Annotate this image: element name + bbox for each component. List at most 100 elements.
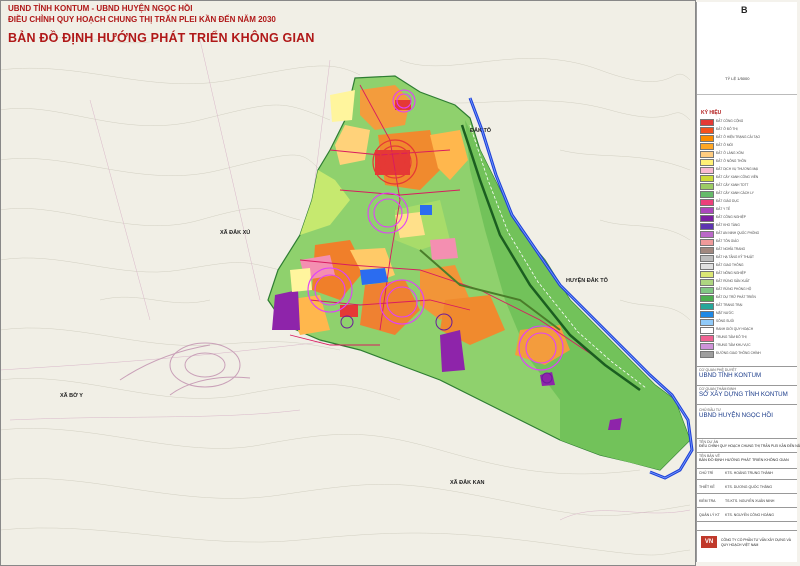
north-letter: B — [741, 5, 748, 15]
label-xa-bo-y: XÃ BỜ Y — [60, 393, 83, 399]
legend-label: ĐẤT CÂY XANH CÁCH LY — [716, 191, 754, 195]
legend-label: ĐẤT TÔN GIÁO — [716, 239, 739, 243]
label-xa-dak-xu: XÃ ĐẮK XÚ — [220, 230, 251, 236]
staff-row: QUẢN LÝ KT KTS. NGUYỄN CÔNG HOÀNG — [699, 513, 795, 519]
legend-swatch — [700, 247, 714, 254]
divider — [697, 479, 797, 480]
legend-swatch — [700, 239, 714, 246]
legend-item: ĐẤT GIÁO DỤC — [700, 199, 796, 206]
legend-item: ĐẤT CÔNG NGHIỆP — [700, 215, 796, 222]
owner-org: UBND HUYỆN NGỌC HỒI — [699, 412, 773, 419]
legend-swatch — [700, 311, 714, 318]
staff-name: KTS. NGUYỄN CÔNG HOÀNG — [725, 513, 775, 517]
legend-label: ĐẤT RỪNG SẢN XUẤT — [716, 279, 750, 283]
legend-swatch — [700, 303, 714, 310]
legend-swatch — [700, 143, 714, 150]
legend-item: SÔNG SUỐI — [700, 319, 796, 326]
legend-label: ĐẤT Ở NÔNG THÔN — [716, 159, 747, 163]
approve-org: UBND TỈNH KONTUM — [699, 372, 762, 379]
legend-item: TRUNG TÂM ĐÔ THỊ — [700, 335, 796, 342]
legend-swatch — [700, 135, 714, 142]
legend-label: ĐẤT Ở LÀNG XÓM — [716, 151, 744, 155]
legend-item: ĐẤT DỰ TRỮ PHÁT TRIỂN — [700, 295, 796, 302]
legend-label: ĐẤT RỪNG PHÒNG HỘ — [716, 287, 752, 291]
legend-item: ĐẤT Y TẾ — [700, 207, 796, 214]
map-sheet: UBND TỈNH KONTUM - UBND HUYỆN NGỌC HỒI Đ… — [0, 0, 800, 566]
legend-label: ĐẤT DỊCH VỤ THƯƠNG MẠI — [716, 167, 759, 171]
planning-map — [0, 0, 766, 566]
header-line-1: UBND TỈNH KONTUM - UBND HUYỆN NGỌC HỒI — [8, 4, 193, 13]
legend-label: TRUNG TÂM ĐÔ THỊ — [716, 335, 747, 339]
legend-item: ĐẤT CÂY XANH CÔNG VIÊN — [700, 175, 796, 182]
legend-item: ĐẤT KHO TÀNG — [700, 223, 796, 230]
legend-item: ĐẤT NGHĨA TRANG — [700, 247, 796, 254]
legend-swatch — [700, 215, 714, 222]
legend-title: KÝ HIỆU — [701, 110, 722, 116]
legend-label: ĐẤT NGHĨA TRANG — [716, 247, 746, 251]
appraise-block: CƠ QUAN THẨM ĐỊNH SỞ XÂY DỰNG TỈNH KONTU… — [699, 387, 795, 398]
legend-item: MẶT NƯỚC — [700, 311, 796, 318]
legend-item: TRUNG TÂM KHU VỰC — [700, 343, 796, 350]
legend-label: ĐẤT Ở MỚI — [716, 143, 734, 147]
legend-item: ĐẤT AN NINH QUỐC PHÒNG — [700, 231, 796, 238]
divider — [697, 530, 797, 531]
staff-role: KIỂM TRA — [699, 499, 716, 503]
north-arrow-box: B TỶ LỆ 1/5000 — [697, 2, 797, 95]
legend-swatch — [700, 191, 714, 198]
staff-role: QUẢN LÝ KT — [699, 513, 720, 517]
legend-label: ĐẤT Ở ĐÔ THỊ — [716, 127, 738, 131]
legend-label: ĐẤT CÂY XANH CÔNG VIÊN — [716, 175, 759, 179]
divider — [697, 385, 797, 386]
legend-label: ĐẤT CÂY XANH TDTT — [716, 183, 749, 187]
map-title: BẢN ĐỒ ĐỊNH HƯỚNG PHÁT TRIỂN KHÔNG GIAN — [8, 31, 315, 45]
legend-label: ĐẤT KHO TÀNG — [716, 223, 740, 227]
drawing-name: BẢN ĐỒ ĐỊNH HƯỚNG PHÁT TRIỂN KHÔNG GIAN — [699, 458, 789, 462]
staff-row: KIỂM TRA TS.KTS. NGUYỄN XUÂN NINH — [699, 499, 795, 505]
legend-swatch — [700, 271, 714, 278]
divider — [697, 366, 797, 367]
divider — [697, 468, 797, 469]
legend-item: ĐẤT CÂY XANH TDTT — [700, 183, 796, 190]
legend-swatch — [700, 335, 714, 342]
legend-swatch — [700, 207, 714, 214]
label-xa-dak-kan: XÃ ĐẮK KAN — [450, 480, 485, 486]
legend-item: ĐẤT RỪNG SẢN XUẤT — [700, 279, 796, 286]
legend-item: ĐẤT DỊCH VỤ THƯƠNG MẠI — [700, 167, 796, 174]
legend-label: MẶT NƯỚC — [716, 311, 734, 315]
owner-block: CHỦ ĐẦU TƯ UBND HUYỆN NGỌC HỒI — [699, 408, 795, 419]
legend-item: ĐẤT Ở HIỆN TRẠNG CẢI TẠO — [700, 135, 796, 142]
legend-item: ĐẤT TÔN GIÁO — [700, 239, 796, 246]
legend-swatch — [700, 263, 714, 270]
legend-label: SÔNG SUỐI — [716, 319, 735, 323]
legend-swatch — [700, 255, 714, 262]
legend-swatch — [700, 295, 714, 302]
legend-label: ĐẤT GIÁO DỤC — [716, 199, 739, 203]
legend-label: ĐƯỜNG GIAO THÔNG CHÍNH — [716, 351, 761, 355]
divider — [697, 438, 797, 439]
legend-label: ĐẤT Y TẾ — [716, 207, 731, 211]
legend-item: RANH GIỚI QUY HOẠCH — [700, 327, 796, 334]
divider — [697, 404, 797, 405]
divider — [697, 521, 797, 522]
company-name: CÔNG TY CỔ PHẦN TƯ VẤN XÂY DỰNG VÀ QUY H… — [721, 538, 791, 547]
legend-label: ĐẤT CÔNG CỘNG — [716, 119, 744, 123]
legend-label: ĐẤT Ở HIỆN TRẠNG CẢI TẠO — [716, 135, 761, 139]
divider — [697, 507, 797, 508]
legend-item: ĐẤT GIAO THÔNG — [700, 263, 796, 270]
legend-label: ĐẤT TRANG TRẠI — [716, 303, 743, 307]
legend-swatch — [700, 223, 714, 230]
staff-row: CHỦ TRÌ KTS. HOÀNG TRUNG THÀNH — [699, 471, 795, 477]
legend-swatch — [700, 159, 714, 166]
divider — [697, 452, 797, 453]
legend-swatch — [700, 119, 714, 126]
legend-swatch — [700, 175, 714, 182]
scale-caption: TỶ LỆ 1/5000 — [725, 76, 750, 81]
legend-swatch — [700, 183, 714, 190]
legend-swatch — [700, 279, 714, 286]
label-dak-to: ĐẮK TÔ — [470, 128, 492, 134]
approve-block: CƠ QUAN PHÊ DUYỆT UBND TỈNH KONTUM — [699, 368, 795, 379]
legend-item: ĐẤT TRANG TRẠI — [700, 303, 796, 310]
drawing-block: TÊN BẢN VẼ BẢN ĐỒ ĐỊNH HƯỚNG PHÁT TRIỂN … — [699, 454, 795, 462]
legend-label: ĐẤT NÔNG NGHIỆP — [716, 271, 746, 275]
legend-label: ĐẤT HẠ TẦNG KỸ THUẬT — [716, 255, 754, 259]
